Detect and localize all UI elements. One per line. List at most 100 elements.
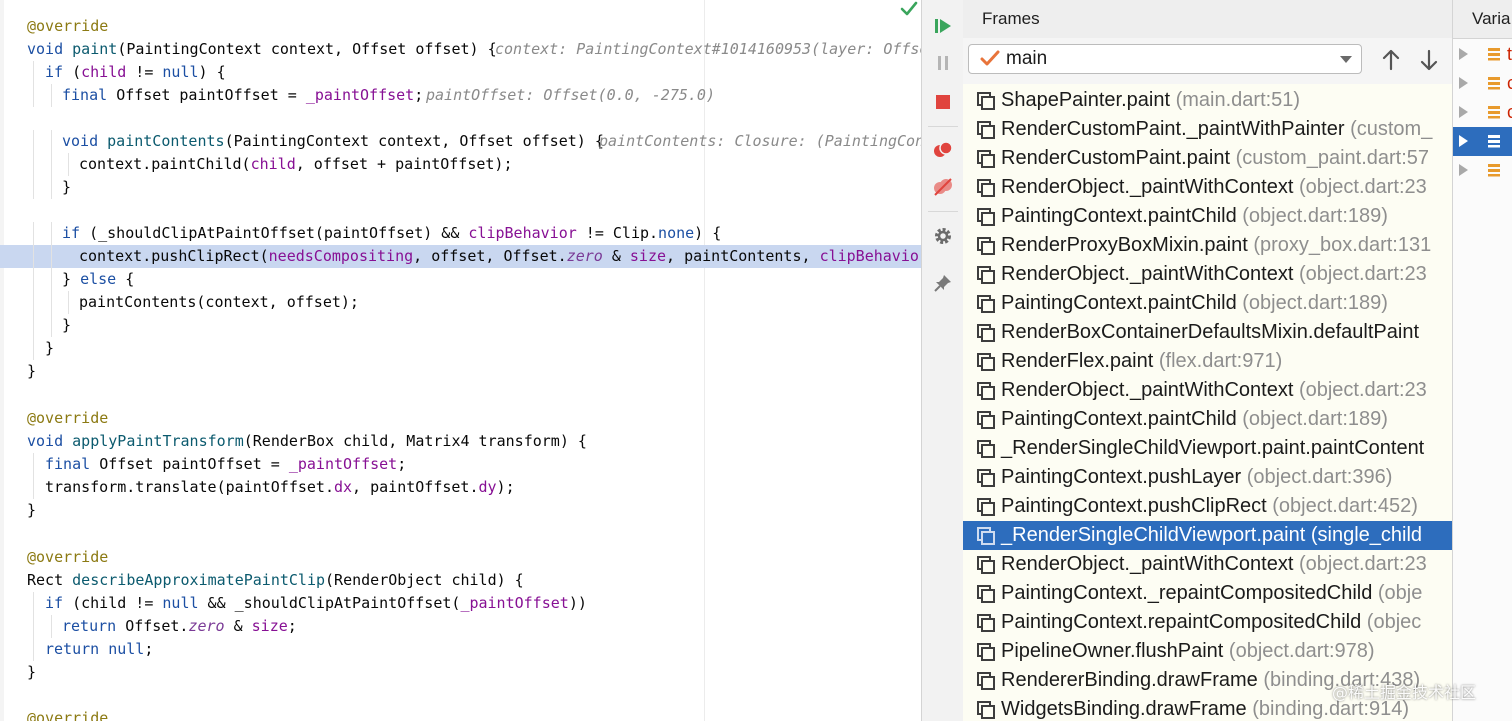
stop-icon[interactable] (930, 89, 956, 115)
code-line[interactable]: context.paintChild(child, offset + paint… (0, 153, 921, 176)
frame-row-selected[interactable]: _RenderSingleChildViewport.paint (single… (963, 521, 1452, 550)
code-token: ; (287, 617, 297, 635)
frame-row[interactable]: RenderBoxContainerDefaultsMixin.defaultP… (963, 318, 1452, 347)
frame-row[interactable]: PaintingContext._repaintCompositedChild … (963, 579, 1452, 608)
code-line[interactable]: void paintContents(PaintingContext conte… (0, 130, 921, 153)
code-token: null (162, 63, 199, 81)
code-token: describeApproximatePaintClip (72, 571, 326, 589)
pause-icon[interactable] (930, 50, 956, 76)
arrow-up-icon[interactable] (1379, 48, 1403, 72)
stack-frame-icon (977, 556, 995, 574)
frame-function: RenderBoxContainerDefaultsMixin.defaultP… (1001, 321, 1420, 343)
code-line[interactable]: if (child != null && _shouldClipAtPaintO… (0, 592, 921, 615)
code-text: @override (27, 407, 108, 430)
frame-row[interactable]: RenderObject._paintWithContext (object.d… (963, 173, 1452, 202)
code-line[interactable]: if (_shouldClipAtPaintOffset(paintOffset… (0, 222, 921, 245)
variable-row[interactable]: t (1453, 40, 1512, 69)
code-line[interactable]: Rect describeApproximatePaintClip(Render… (0, 569, 921, 592)
settings-icon[interactable] (930, 223, 956, 249)
field-icon (1488, 48, 1500, 61)
code-line[interactable]: } (0, 499, 921, 522)
code-line[interactable]: return Offset.zero & size; (0, 615, 921, 638)
indent-guide (51, 153, 52, 176)
code-line[interactable]: return null; (0, 638, 921, 661)
indent-guide (33, 453, 34, 476)
indent-guide (33, 638, 34, 661)
code-line[interactable]: @override (0, 707, 921, 721)
frame-row[interactable]: PaintingContext.paintChild (object.dart:… (963, 405, 1452, 434)
frame-function: WidgetsBinding.drawFrame (1001, 698, 1247, 720)
variable-row[interactable] (1453, 156, 1512, 185)
code-line[interactable]: } else { (0, 268, 921, 291)
frame-row[interactable]: PaintingContext.paintChild (object.dart:… (963, 289, 1452, 318)
expand-triangle-icon[interactable] (1459, 135, 1468, 147)
chevron-down-icon (1340, 56, 1352, 63)
code-token: dx (333, 478, 353, 496)
variable-row[interactable]: c (1453, 69, 1512, 98)
stack-frame-icon (977, 121, 995, 139)
code-line[interactable]: void applyPaintTransform(RenderBox child… (0, 430, 921, 453)
code-line[interactable]: } (0, 176, 921, 199)
frame-row[interactable]: PipelineOwner.flushPaint (object.dart:97… (963, 637, 1452, 666)
frame-name: RenderBoxContainerDefaultsMixin.defaultP… (1001, 321, 1419, 344)
frame-row[interactable]: RenderProxyBoxMixin.paint (proxy_box.dar… (963, 231, 1452, 260)
code-line[interactable]: if (child != null) { (0, 61, 921, 84)
frame-row[interactable]: RenderCustomPaint._paintWithPainter (cus… (963, 115, 1452, 144)
code-editor[interactable]: @override void paint(PaintingContext cont… (0, 0, 921, 721)
frame-row[interactable]: PaintingContext.repaintCompositedChild (… (963, 608, 1452, 637)
inline-debug-value: paintContents: Closure: (PaintingCont (599, 132, 921, 150)
frame-row[interactable]: RenderObject._paintWithContext (object.d… (963, 376, 1452, 405)
frame-row[interactable]: RenderFlex.paint (flex.dart:971) (963, 347, 1452, 376)
inspection-ok-icon[interactable] (899, 0, 919, 18)
variables-header: Varia (1453, 0, 1512, 39)
stack-frame-icon (977, 324, 995, 342)
code-line[interactable]: } (0, 661, 921, 684)
code-line[interactable]: transform.translate(paintOffset.dx, pain… (0, 476, 921, 499)
variable-row[interactable]: c (1453, 98, 1512, 127)
indent-guide (51, 615, 52, 638)
code-line[interactable] (0, 684, 921, 707)
expand-triangle-icon[interactable] (1459, 77, 1468, 89)
frame-row[interactable]: ShapePainter.paint (main.dart:51) (963, 86, 1452, 115)
arrow-down-icon[interactable] (1417, 48, 1441, 72)
frame-row[interactable]: RenderCustomPaint.paint (custom_paint.da… (963, 144, 1452, 173)
code-token: size (629, 247, 667, 265)
view-breakpoints-icon[interactable] (930, 137, 956, 163)
frame-row[interactable]: RenderObject._paintWithContext (object.d… (963, 550, 1452, 579)
code-token: final (62, 86, 117, 104)
mute-breakpoints-icon[interactable] (930, 174, 956, 200)
code-line[interactable]: void paint(PaintingContext context, Offs… (0, 38, 921, 61)
code-line[interactable]: final Offset paintOffset = _paintOffset;… (0, 84, 921, 107)
code-token: none (658, 224, 695, 242)
code-line[interactable] (0, 383, 921, 406)
frame-row[interactable]: PaintingContext.pushLayer (object.dart:3… (963, 463, 1452, 492)
code-token: Offset paintOffset = (99, 455, 289, 473)
frame-row[interactable]: PaintingContext.pushClipRect (object.dar… (963, 492, 1452, 521)
code-token: (RenderObject child) { (325, 571, 524, 589)
expand-triangle-icon[interactable] (1459, 164, 1468, 176)
code-line[interactable]: } (0, 360, 921, 383)
code-line[interactable]: @override (0, 407, 921, 430)
code-line[interactable]: } (0, 314, 921, 337)
code-line[interactable] (0, 522, 921, 545)
code-line[interactable]: final Offset paintOffset = _paintOffset; (0, 453, 921, 476)
frame-row[interactable]: RenderObject._paintWithContext (object.d… (963, 260, 1452, 289)
code-token: , paintOffset. (352, 478, 479, 496)
variable-row-selected[interactable] (1453, 127, 1512, 156)
thread-select[interactable]: main (968, 44, 1362, 74)
code-line[interactable] (0, 107, 921, 130)
expand-triangle-icon[interactable] (1459, 106, 1468, 118)
resume-icon[interactable] (930, 13, 956, 39)
frame-row[interactable]: _RenderSingleChildViewport.paint.paintCo… (963, 434, 1452, 463)
expand-triangle-icon[interactable] (1459, 48, 1468, 60)
pin-icon[interactable] (930, 270, 956, 296)
code-line[interactable]: paintContents(context, offset); (0, 291, 921, 314)
code-line[interactable]: @override (0, 546, 921, 569)
code-line[interactable] (0, 199, 921, 222)
code-line[interactable]: } (0, 337, 921, 360)
field-icon (1488, 106, 1500, 119)
code-line[interactable]: @override (0, 15, 921, 38)
frame-row[interactable]: PaintingContext.paintChild (object.dart:… (963, 202, 1452, 231)
frame-location: (object.dart:23 (1298, 263, 1427, 285)
code-line-current[interactable]: context.pushClipRect(needsCompositing, o… (0, 245, 921, 268)
